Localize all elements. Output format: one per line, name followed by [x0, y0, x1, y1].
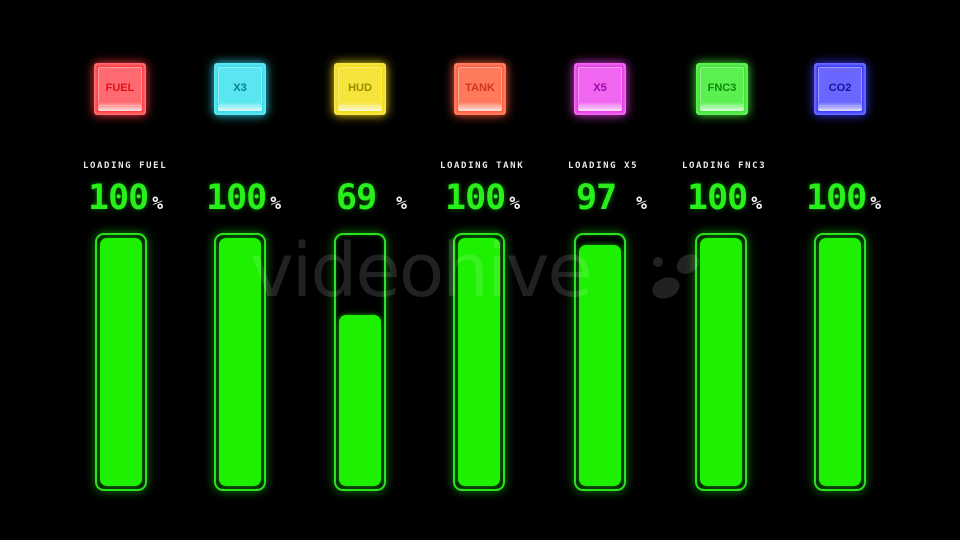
percent-readout-co2: 100%: [806, 178, 881, 218]
percent-sign: %: [270, 193, 282, 214]
button-label: FUEL: [105, 82, 135, 94]
hud-button[interactable]: HUD: [334, 63, 386, 115]
percent-value: 100: [687, 178, 748, 218]
percent-readout-x5: 97%: [576, 178, 647, 218]
percent-readout-fnc3: 100%: [687, 178, 762, 218]
button-label: X3: [233, 82, 247, 94]
button-label: TANK: [465, 82, 495, 94]
percent-value: 100: [445, 178, 506, 218]
progress-fill: [579, 245, 621, 486]
progress-bar-x5: [574, 233, 626, 491]
watermark-text: videohive: [250, 228, 593, 314]
button-label: HUD: [348, 82, 372, 94]
x3-button[interactable]: X3: [214, 63, 266, 115]
percent-readout-tank: 100%: [445, 178, 520, 218]
percent-value: 100: [88, 178, 149, 218]
progress-bar-fuel: [95, 233, 147, 491]
caption-x5: LOADING X5: [568, 161, 639, 171]
button-label: FNC3: [707, 82, 737, 94]
button-label: X5: [593, 82, 607, 94]
percent-value: 69: [336, 178, 377, 218]
caption-fnc3: LOADING FNC3: [682, 161, 767, 171]
fuel-button[interactable]: FUEL: [94, 63, 146, 115]
percent-sign: %: [636, 193, 647, 214]
percent-value: 100: [806, 178, 867, 218]
caption-fuel: LOADING FUEL: [83, 161, 168, 171]
progress-fill: [700, 238, 742, 486]
progress-bar-tank: [453, 233, 505, 491]
percent-readout-hud: 69%: [336, 178, 407, 218]
co2-button[interactable]: CO2: [814, 63, 866, 115]
percent-sign: %: [751, 193, 763, 214]
button-label: CO2: [828, 82, 852, 94]
percent-value: 97: [576, 178, 617, 218]
percent-sign: %: [396, 193, 407, 214]
fnc3-button[interactable]: FNC3: [696, 63, 748, 115]
x5-button[interactable]: X5: [574, 63, 626, 115]
progress-fill: [100, 238, 142, 486]
percent-readout-x3: 100%: [206, 178, 281, 218]
progress-fill: [219, 238, 261, 486]
percent-sign: %: [152, 193, 164, 214]
percent-value: 100: [206, 178, 267, 218]
progress-fill: [819, 238, 861, 486]
progress-fill: [339, 315, 381, 486]
progress-bar-fnc3: [695, 233, 747, 491]
percent-readout-fuel: 100%: [88, 178, 163, 218]
progress-bar-hud: [334, 233, 386, 491]
progress-bar-co2: [814, 233, 866, 491]
percent-sign: %: [870, 193, 882, 214]
percent-sign: %: [509, 193, 521, 214]
tank-button[interactable]: TANK: [454, 63, 506, 115]
progress-bar-x3: [214, 233, 266, 491]
progress-fill: [458, 238, 500, 486]
caption-tank: LOADING TANK: [440, 161, 525, 171]
